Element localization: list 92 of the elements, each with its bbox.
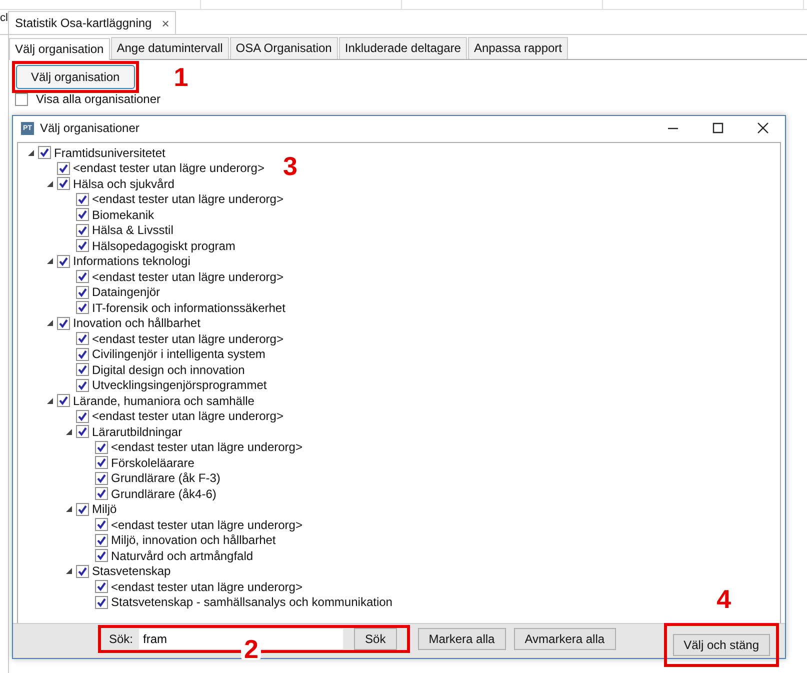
checkbox[interactable]: [57, 394, 70, 408]
search-label: Sök:: [109, 632, 134, 646]
checkbox[interactable]: [76, 410, 89, 423]
document-tab[interactable]: Statistik Osa-kartläggning ×: [8, 11, 176, 34]
checkbox[interactable]: [95, 472, 108, 485]
tree-item[interactable]: Grundlärare (åk4-6): [111, 486, 216, 501]
tree-item[interactable]: <endast tester utan lägre underorg>: [92, 332, 284, 346]
checkbox[interactable]: [76, 239, 89, 252]
footer-button[interactable]: Markera alla: [418, 628, 506, 650]
tree-item[interactable]: Naturvård och artmångfald: [111, 548, 254, 563]
tree-item[interactable]: Stasvetenskap: [92, 564, 171, 578]
callout-number: 3: [283, 153, 298, 179]
close-icon[interactable]: [757, 122, 769, 134]
checkbox[interactable]: [95, 596, 108, 609]
checkbox[interactable]: [76, 502, 89, 516]
checkbox[interactable]: [95, 440, 108, 454]
checkbox[interactable]: [15, 92, 28, 106]
tree-item[interactable]: Hälsa och sjukvård: [73, 176, 174, 191]
close-icon[interactable]: ×: [162, 16, 170, 30]
checkbox[interactable]: [95, 534, 108, 547]
dialog-title: Välj organisationer: [40, 121, 140, 135]
checkbox[interactable]: [76, 348, 89, 361]
collapse-triangle-icon[interactable]: [46, 396, 54, 405]
tab[interactable]: Inkluderade deltagare: [338, 37, 467, 59]
collapse-triangle-icon[interactable]: [65, 428, 73, 436]
checkbox[interactable]: [95, 456, 108, 470]
tab[interactable]: Anpassa rapport: [468, 37, 568, 59]
collapse-triangle-icon[interactable]: [65, 505, 73, 514]
maximize-icon[interactable]: [712, 122, 724, 134]
callout-number: 1: [174, 64, 188, 90]
tree-item[interactable]: Lärarutbildningar: [92, 424, 182, 439]
tree-item[interactable]: IT-forensik och informationssäkerhet: [92, 300, 286, 315]
collapse-triangle-icon[interactable]: [46, 180, 54, 188]
checkbox[interactable]: [76, 378, 89, 392]
footer-button[interactable]: Avmarkera alla: [514, 628, 616, 650]
tree-item[interactable]: Framtidsuniversitetet: [54, 146, 166, 160]
checkbox[interactable]: [57, 177, 70, 190]
checkbox[interactable]: [95, 518, 108, 532]
menu-text: cl: [0, 13, 8, 24]
checkbox-label: Visa alla organisationer: [36, 92, 161, 106]
tab[interactable]: Välj organisation: [9, 38, 110, 60]
tree-item[interactable]: <endast tester utan lägre underorg>: [111, 440, 302, 454]
tree-item[interactable]: Hälsopedagogiskt program: [92, 238, 236, 253]
tree-item[interactable]: Grundlärare (åk F-3): [111, 471, 220, 486]
tree-item[interactable]: Lärande, humaniora och samhälle: [73, 394, 254, 408]
tree-item[interactable]: Miljö, innovation och hållbarhet: [111, 533, 276, 548]
tree-item[interactable]: Informations teknologi: [73, 254, 190, 268]
tree-item[interactable]: Biomekanik: [92, 208, 154, 222]
tree-item[interactable]: <endast tester utan lägre underorg>: [73, 161, 264, 176]
tree-item[interactable]: Inovation och hållbarhet: [73, 316, 200, 330]
search-button[interactable]: Sök: [354, 628, 397, 650]
tree-item[interactable]: <endast tester utan lägre underorg>: [92, 270, 284, 284]
checkbox[interactable]: [76, 224, 89, 237]
tree-item[interactable]: Utvecklingsingenjörsprogrammet: [92, 378, 267, 392]
checkbox[interactable]: [76, 301, 89, 314]
tree-item[interactable]: Statsvetenskap - samhällsanalys och kommunikation: [111, 595, 392, 610]
checkbox[interactable]: [76, 332, 89, 346]
checkbox[interactable]: [95, 487, 108, 500]
tab[interactable]: OSA Organisation: [230, 37, 338, 59]
checkbox[interactable]: [76, 564, 89, 578]
checkbox[interactable]: [57, 162, 70, 175]
tree-item[interactable]: <endast tester utan lägre underorg>: [111, 518, 302, 532]
confirm-button[interactable]: Välj och stäng: [672, 634, 770, 656]
checkbox[interactable]: [76, 208, 89, 222]
tree-item[interactable]: <endast tester utan lägre underorg>: [92, 192, 284, 206]
choose-organisation-button[interactable]: Välj organisation: [16, 65, 135, 89]
checkbox[interactable]: [38, 146, 51, 160]
checkbox[interactable]: [95, 580, 108, 594]
checkbox[interactable]: [76, 286, 89, 299]
callout-number: 2: [241, 638, 262, 660]
tree-item[interactable]: Förskoleläarare: [111, 456, 194, 470]
checkbox[interactable]: [95, 549, 108, 562]
collapse-triangle-icon[interactable]: [65, 567, 73, 576]
tree-item[interactable]: <endast tester utan lägre underorg>: [92, 409, 284, 424]
checkbox[interactable]: [76, 425, 89, 438]
checkbox[interactable]: [57, 254, 70, 268]
tree-item[interactable]: <endast tester utan lägre underorg>: [111, 580, 302, 594]
checkbox[interactable]: [76, 192, 89, 206]
collapse-triangle-icon[interactable]: [27, 148, 35, 157]
tree-item[interactable]: Hälsa & Livsstil: [92, 223, 174, 238]
tree-item[interactable]: Miljö: [92, 502, 117, 516]
tab-title: Statistik Osa-kartläggning: [15, 16, 152, 30]
tab[interactable]: Ange datumintervall: [110, 37, 229, 59]
callout-number: 4: [716, 586, 732, 612]
checkbox[interactable]: [76, 270, 89, 284]
tree-item[interactable]: Digital design och innovation: [92, 362, 245, 377]
tree-item[interactable]: Civilingenjör i intelligenta system: [92, 347, 266, 362]
tree-item[interactable]: Dataingenjör: [92, 285, 160, 300]
checkbox[interactable]: [76, 363, 89, 376]
collapse-triangle-icon[interactable]: [46, 257, 54, 266]
checkbox[interactable]: [57, 316, 70, 330]
collapse-triangle-icon[interactable]: [46, 319, 54, 328]
